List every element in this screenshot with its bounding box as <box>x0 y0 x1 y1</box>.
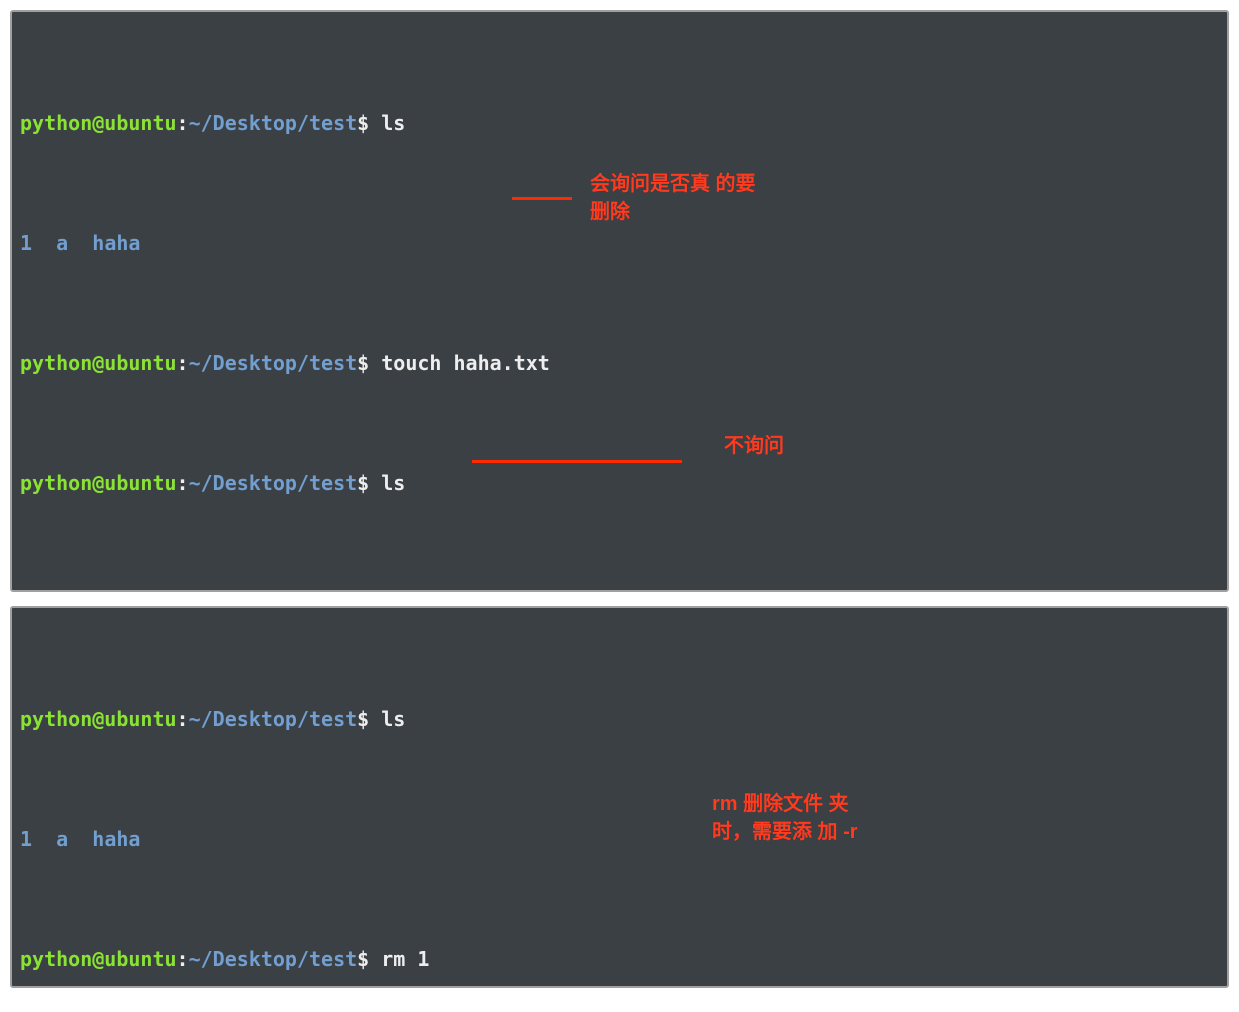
terminal-line: python@ubuntu:~/Desktop/test$ ls <box>20 108 1219 138</box>
annotation-rm-r: rm 删除文件 夹时，需要添 加 -r <box>712 790 872 846</box>
prompt-path: ~/Desktop/test <box>189 111 358 135</box>
terminal-panel-1[interactable]: python@ubuntu:~/Desktop/test$ ls 1 a hah… <box>10 10 1229 592</box>
prompt-host: ubuntu <box>104 111 176 135</box>
annotation-noask: 不询问 <box>724 432 784 460</box>
prompt-at: @ <box>92 111 104 135</box>
command-touch: touch haha.txt <box>381 351 550 375</box>
terminal-line: python@ubuntu:~/Desktop/test$ ls <box>20 704 1219 734</box>
command-ls: ls <box>381 111 405 135</box>
ls-output: 1 a haha haha.txt <box>20 588 1219 592</box>
command-ls: ls <box>381 471 405 495</box>
command-ls: ls <box>381 707 405 731</box>
prompt-dollar: $ <box>357 111 369 135</box>
command-rm-1: rm 1 <box>381 947 429 971</box>
dir-haha: haha <box>92 231 140 255</box>
terminal-panel-2[interactable]: python@ubuntu:~/Desktop/test$ ls 1 a hah… <box>10 606 1229 988</box>
dir-1: 1 <box>20 231 32 255</box>
annotation-ask: 会询问是否真 的要删除 <box>590 170 760 226</box>
terminal-line: python@ubuntu:~/Desktop/test$ touch haha… <box>20 348 1219 378</box>
terminal-line: python@ubuntu:~/Desktop/test$ ls <box>20 468 1219 498</box>
dir-a: a <box>56 231 68 255</box>
ls-output: 1 a haha <box>20 228 1219 258</box>
underline-rm-plain <box>472 460 682 463</box>
terminal-line: python@ubuntu:~/Desktop/test$ rm 1 <box>20 944 1219 974</box>
prompt-user: python <box>20 111 92 135</box>
underline-rm-i <box>512 197 572 200</box>
prompt-colon: : <box>177 111 189 135</box>
ls-output: 1 a haha <box>20 824 1219 854</box>
file-haha-txt: haha.txt <box>165 591 261 592</box>
